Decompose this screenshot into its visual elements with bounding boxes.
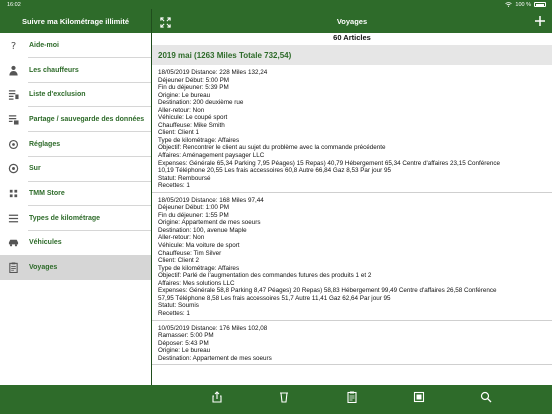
sidebar-item-label: Liste d'exclusion — [29, 91, 86, 99]
trip-entry[interactable]: 10/05/2019 Distance: 176 Miles 102,08 Ram… — [152, 325, 552, 366]
article-count: 60 Articles — [152, 33, 552, 44]
trip-detail-line: Aller-retour: Non — [158, 106, 205, 114]
trip-detail-line: Aller-retour: Non — [158, 234, 205, 242]
trip-detail-line: 10/05/2019 Distance: 176 Miles 102,08 — [158, 324, 268, 332]
share-icon — [212, 391, 222, 403]
trip-detail-line: Déposer: 5:43 PM — [158, 339, 209, 347]
sidebar-item-liste-exclusion[interactable]: Liste d'exclusion — [0, 82, 151, 107]
trip-entry[interactable]: 18/05/2019 Distance: 168 Miles 97,44 Déje… — [152, 197, 552, 321]
trip-detail-line: Chauffeuse: Mike Smith — [158, 121, 225, 129]
sidebar-item-tmm-store[interactable]: TMM Store — [0, 181, 151, 206]
trip-detail-line: Recettes: 1 — [158, 309, 190, 317]
trip-detail-line: Client: Client 2 — [158, 257, 199, 265]
trips-container: 18/05/2019 Distance: 228 Miles 132,24 Déj… — [152, 69, 552, 369]
trip-detail-line: Origine: Appartement de mes soeurs — [158, 219, 261, 227]
export-button[interactable] — [413, 390, 425, 403]
exclusion-list-icon — [8, 89, 19, 100]
main-header: Voyages — [152, 9, 552, 33]
trip-list: 60 Articles 2019 mai (1263 Miles Totale … — [152, 33, 552, 385]
sidebar-item-vehicules[interactable]: Véhicules — [0, 231, 151, 256]
sidebar-item-label: Sur — [29, 165, 41, 173]
app-title: Suivre ma Kilométrage illimité — [21, 16, 130, 26]
add-trip-button[interactable] — [534, 14, 546, 26]
trip-detail-line: Véhicule: Le coupé sport — [158, 114, 228, 122]
trip-detail-line: Recettes: 1 — [158, 182, 190, 190]
battery-icon — [534, 2, 546, 7]
wifi-icon — [505, 2, 513, 7]
sidebar-item-types-kilometrage[interactable]: Types de kilométrage — [0, 206, 151, 231]
trip-detail-line: Déjeuner Début: 5:00 PM — [158, 76, 230, 84]
sidebar-item-aide-moi[interactable]: ? Aide-moi — [0, 33, 151, 58]
status-time: 16:02 — [7, 1, 21, 8]
trip-detail-line: Ramasser: 5:00 PM — [158, 332, 214, 340]
search-button[interactable] — [480, 390, 492, 403]
share-button[interactable] — [211, 390, 223, 403]
bottom-toolbar — [0, 385, 552, 414]
help-icon: ? — [8, 40, 19, 51]
trip-detail-line: Origine: Le bureau — [158, 347, 211, 355]
trip-detail-line: Véhicule: Ma voiture de sport — [158, 242, 240, 250]
trip-detail-line: Affaires: Mes solutions LLC — [158, 279, 235, 287]
sidebar-item-label: Voyages — [29, 264, 58, 272]
trip-detail-line: 18/05/2019 Distance: 228 Miles 132,24 — [158, 69, 268, 76]
month-section-header: 2019 mai (1263 Miles Totale 732,54) — [152, 45, 552, 65]
sidebar-item-label: TMM Store — [29, 189, 65, 197]
trip-detail-line: Statut: Remboursé — [158, 174, 211, 182]
sidebar-item-label: Les chauffeurs — [29, 66, 79, 74]
page-title: Voyages — [336, 17, 368, 26]
trip-detail-line: 18/05/2019 Distance: 168 Miles 97,44 — [158, 196, 264, 204]
sidebar-item-label: Types de kilométrage — [29, 214, 101, 222]
sidebar: ? Aide-moi Les chauffeurs Liste d'exclus… — [0, 33, 151, 385]
sidebar-item-sur[interactable]: Sur — [0, 156, 151, 181]
trip-detail-line: 10,19 Téléphone 20,55 Les frais accessoi… — [158, 167, 392, 175]
sidebar-item-label: Aide-moi — [29, 41, 59, 49]
sidebar-item-label: Réglages — [29, 140, 61, 148]
trip-detail-line: Objectif: Parlé de l'augmentation des co… — [158, 272, 372, 280]
delete-button[interactable] — [278, 390, 290, 403]
sidebar-item-chauffeurs[interactable]: Les chauffeurs — [0, 58, 151, 83]
person-icon — [8, 65, 19, 76]
sidebar-item-partage-sauvegarde[interactable]: Partage / sauvegarde des données — [0, 107, 151, 132]
car-icon — [8, 237, 19, 248]
clipboard-icon — [347, 391, 357, 404]
trip-detail-line: Fin du déjeuner: 1:55 PM — [158, 211, 229, 219]
sidebar-item-label: Véhicules — [29, 239, 62, 247]
trip-detail-line: Chauffeuse: Tim Silver — [158, 249, 222, 257]
trip-detail-line: Origine: Le bureau — [158, 91, 211, 99]
sidebar-item-reglages[interactable]: Réglages — [0, 132, 151, 157]
spreadsheet-icon — [413, 391, 425, 403]
sidebar-header: Suivre ma Kilométrage illimité — [0, 9, 151, 33]
settings-icon — [8, 139, 19, 150]
status-bar: 16:02 100 % — [0, 0, 552, 9]
trip-detail-line: 57,95 Téléphone 8,58 Les frais accessoir… — [158, 294, 391, 302]
trash-icon — [280, 392, 288, 403]
trip-entry[interactable]: 18/05/2019 Distance: 228 Miles 132,24 Déj… — [152, 69, 552, 193]
trip-detail-line: Fin du déjeuner: 5:39 PM — [158, 84, 229, 92]
share-backup-icon — [8, 114, 19, 125]
plus-icon — [535, 16, 545, 26]
battery-percent: 100 % — [515, 1, 531, 8]
info-icon — [8, 163, 19, 174]
search-icon — [480, 391, 492, 403]
report-button[interactable] — [346, 390, 358, 404]
trip-detail-line: Type de kilométrage: Affaires — [158, 264, 240, 272]
trip-detail-line: Déjeuner Début: 1:00 PM — [158, 204, 230, 212]
trip-detail-line: Destination: Appartement de mes soeurs — [158, 354, 272, 362]
trip-detail-line: Expenses: Générale 58,8 Parking 8,47 Péa… — [158, 287, 497, 295]
svg-text:?: ? — [11, 41, 16, 51]
trip-detail-line: Expenses: Générale 65,34 Parking 7,95 Pé… — [158, 159, 501, 167]
sidebar-item-voyages[interactable]: Voyages — [0, 255, 151, 280]
clipboard-icon — [8, 262, 19, 274]
sidebar-item-label: Partage / sauvegarde des données — [29, 115, 145, 123]
trip-detail-line: Client: Client 1 — [158, 129, 199, 137]
trip-detail-line: Affaires: Aménagement paysager LLC — [158, 152, 265, 160]
trip-detail-line: Destination: 100, avenue Maple — [158, 226, 247, 234]
trip-detail-line: Statut: Soumis — [158, 302, 199, 310]
trip-detail-line: Objectif: Rencontrer le client au sujet … — [158, 144, 386, 152]
store-icon — [8, 188, 19, 199]
list-icon — [8, 213, 19, 224]
trip-detail-line: Destination: 200 deuxième rue — [158, 99, 244, 107]
trip-detail-line: Type de kilométrage: Affaires — [158, 136, 240, 144]
